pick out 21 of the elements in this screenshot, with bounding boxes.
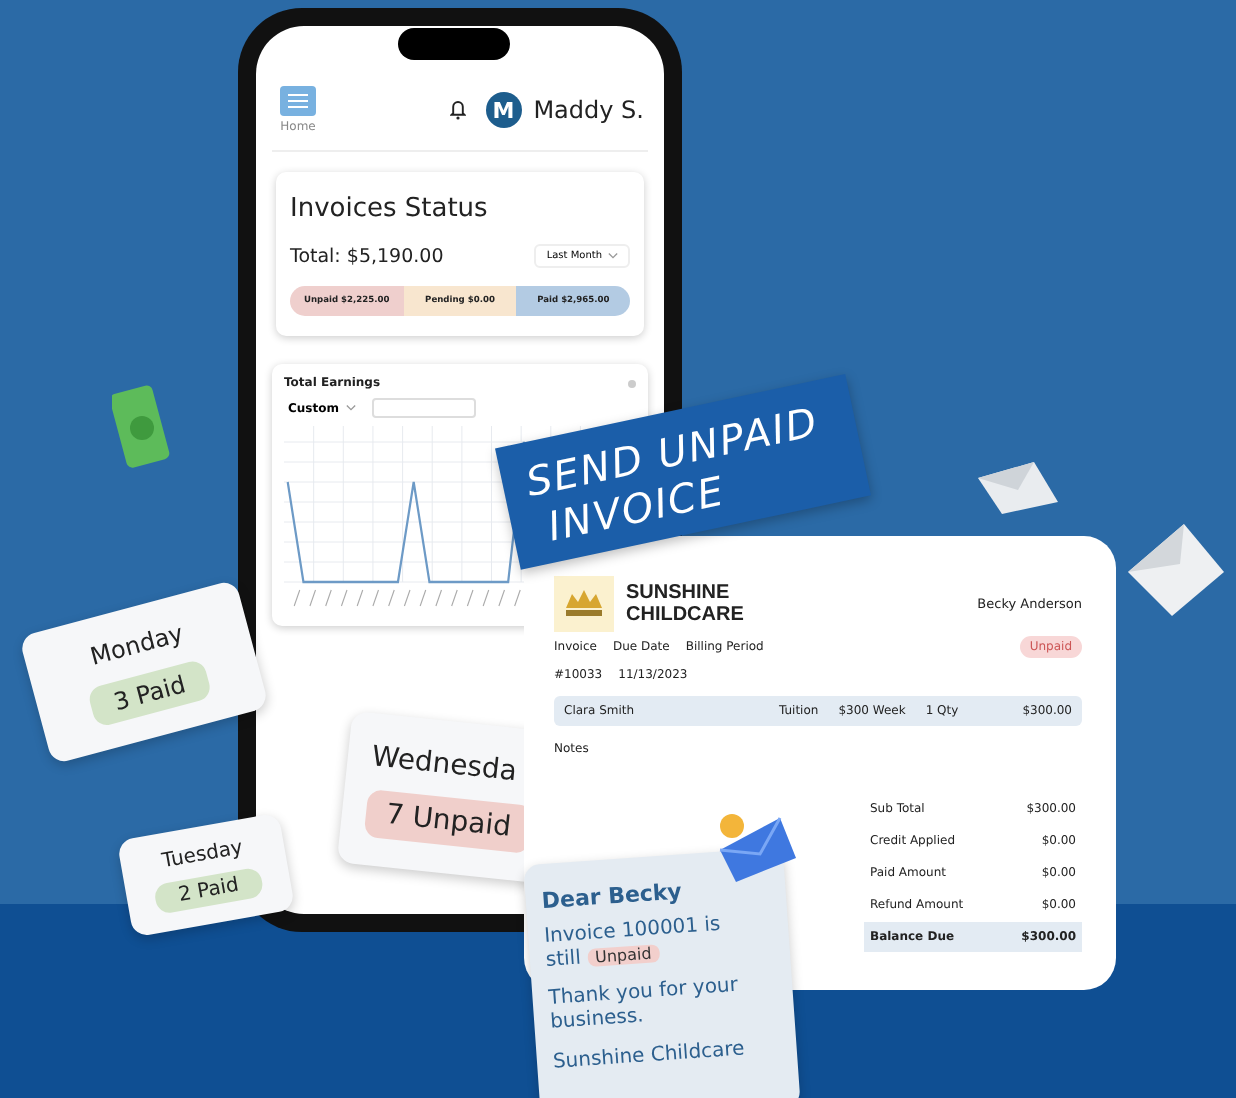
chevron-down-icon: [345, 404, 355, 412]
note-thanks: Thank you for your business.: [547, 974, 741, 1036]
more-icon[interactable]: [628, 379, 636, 387]
envelope-icon: [1124, 520, 1228, 620]
note-signature: Sunshine Childcare: [552, 1036, 748, 1074]
user-name: Maddy S.: [533, 96, 644, 124]
note-greeting: Dear Becky: [540, 876, 685, 915]
logo-icon: [554, 576, 614, 632]
camera-notch: [398, 28, 510, 60]
total-amount: Total: $5,190.00: [290, 245, 444, 267]
notification-icon[interactable]: [449, 100, 466, 120]
status-pill: 2 Paid: [152, 866, 265, 915]
avatar[interactable]: M: [485, 92, 522, 128]
card-title: Invoices Status: [290, 194, 490, 224]
chevron-down-icon: [608, 252, 618, 260]
date-range-field[interactable]: [371, 398, 475, 418]
day-label: Wednesda: [370, 741, 519, 789]
menu-button[interactable]: [280, 86, 316, 116]
company-name: SUNSHINE CHILDCARE: [626, 581, 744, 627]
status-badge: Unpaid: [586, 944, 661, 968]
envelope-icon: [974, 458, 1062, 518]
